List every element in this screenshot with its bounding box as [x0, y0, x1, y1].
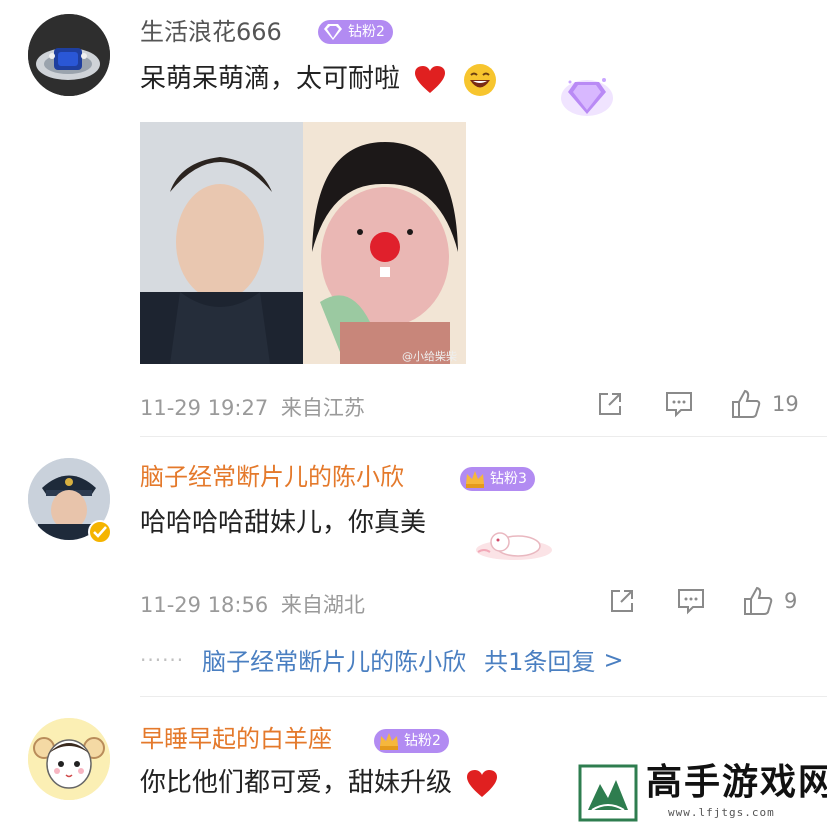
share-button[interactable]: [608, 587, 636, 615]
fan-badge: 钻粉3: [460, 467, 535, 491]
reply-dots: ······: [140, 647, 185, 672]
site-name: 高手游戏网: [646, 762, 827, 803]
chevron-right-icon: >: [603, 645, 624, 674]
location: 来自湖北: [280, 593, 365, 617]
share-icon: [599, 393, 621, 415]
site-logo-icon: [578, 764, 638, 822]
share-button[interactable]: [596, 390, 624, 418]
reply-summary: 共1条回复: [484, 648, 596, 676]
timestamp: 11-29 18:56: [140, 593, 269, 617]
comment-2: 脑子经常断片儿的陈小欣 钻粉3 哈哈哈哈甜妹儿，你真美 11-29 18:56 …: [0, 440, 827, 698]
laughing-emoji-icon: [463, 63, 496, 96]
image-watermark: @小给柴柴: [402, 350, 457, 363]
thumbs-up-icon: [744, 586, 773, 615]
diamond-fan-decoration-icon: [561, 78, 613, 116]
comment-button[interactable]: [676, 587, 706, 615]
comment-text-content: 呆萌呆萌滴，太可耐啦: [140, 64, 401, 94]
comment-button[interactable]: [664, 390, 694, 418]
like-button[interactable]: 19: [730, 388, 799, 420]
share-icon: [611, 590, 633, 612]
like-button[interactable]: 9: [742, 585, 797, 617]
heart-emoji-icon: [467, 769, 498, 797]
avatar[interactable]: [28, 718, 110, 800]
diamond-icon: [324, 24, 342, 40]
badge-label: 钻粉2: [404, 733, 441, 749]
fan-badge: 钻粉2: [374, 729, 449, 753]
username[interactable]: 早睡早起的白羊座: [140, 724, 332, 754]
comment-text: 哈哈哈哈甜妹儿，你真美: [140, 508, 427, 538]
meme-photo: [140, 122, 466, 364]
ring-photo: [28, 14, 110, 96]
location: 来自江苏: [280, 396, 365, 420]
heart-emoji-icon: [415, 65, 446, 93]
comment-bubble-icon: [666, 392, 692, 418]
comment-image[interactable]: @小给柴柴: [140, 122, 466, 364]
site-watermark: 高手游戏网 www.lfjtgs.com: [578, 760, 827, 824]
divider: [140, 436, 827, 437]
thumbs-up-icon: [732, 389, 761, 418]
timestamp: 11-29 19:27: [140, 396, 269, 420]
comment-1: 生活浪花666 钻粉2 呆萌呆萌滴，太可耐啦 @小给柴柴 11-29 19:27…: [0, 0, 827, 440]
badge-label: 钻粉2: [348, 24, 385, 40]
comment-meta: 11-29 19:27 来自江苏: [140, 392, 365, 422]
comment-text: 呆萌呆萌滴，太可耐啦: [140, 62, 497, 97]
badge-label: 钻粉3: [490, 471, 527, 487]
like-count: 19: [772, 392, 799, 416]
sleeping-cat-sticker-icon: [476, 532, 552, 560]
reply-author: 脑子经常断片儿的陈小欣: [202, 648, 467, 676]
divider: [140, 696, 827, 697]
fan-badge: 钻粉2: [318, 20, 393, 44]
site-url: www.lfjtgs.com: [668, 806, 775, 819]
verified-icon: [88, 520, 112, 544]
aries-cartoon-avatar: [28, 718, 110, 800]
avatar[interactable]: [28, 14, 110, 96]
comment-text: 你比他们都可爱，甜妹升级: [140, 766, 498, 800]
username[interactable]: 生活浪花666: [140, 17, 282, 47]
view-replies-link[interactable]: ······ 脑子经常断片儿的陈小欣 共1条回复 >: [140, 642, 624, 677]
comment-meta: 11-29 18:56 来自湖北: [140, 589, 365, 619]
comment-bubble-icon: [678, 589, 704, 615]
comment-text-content: 你比他们都可爱，甜妹升级: [140, 768, 453, 798]
username[interactable]: 脑子经常断片儿的陈小欣: [140, 462, 404, 492]
crown-icon: [380, 733, 398, 750]
crown-icon: [466, 471, 484, 488]
like-count: 9: [784, 589, 798, 613]
